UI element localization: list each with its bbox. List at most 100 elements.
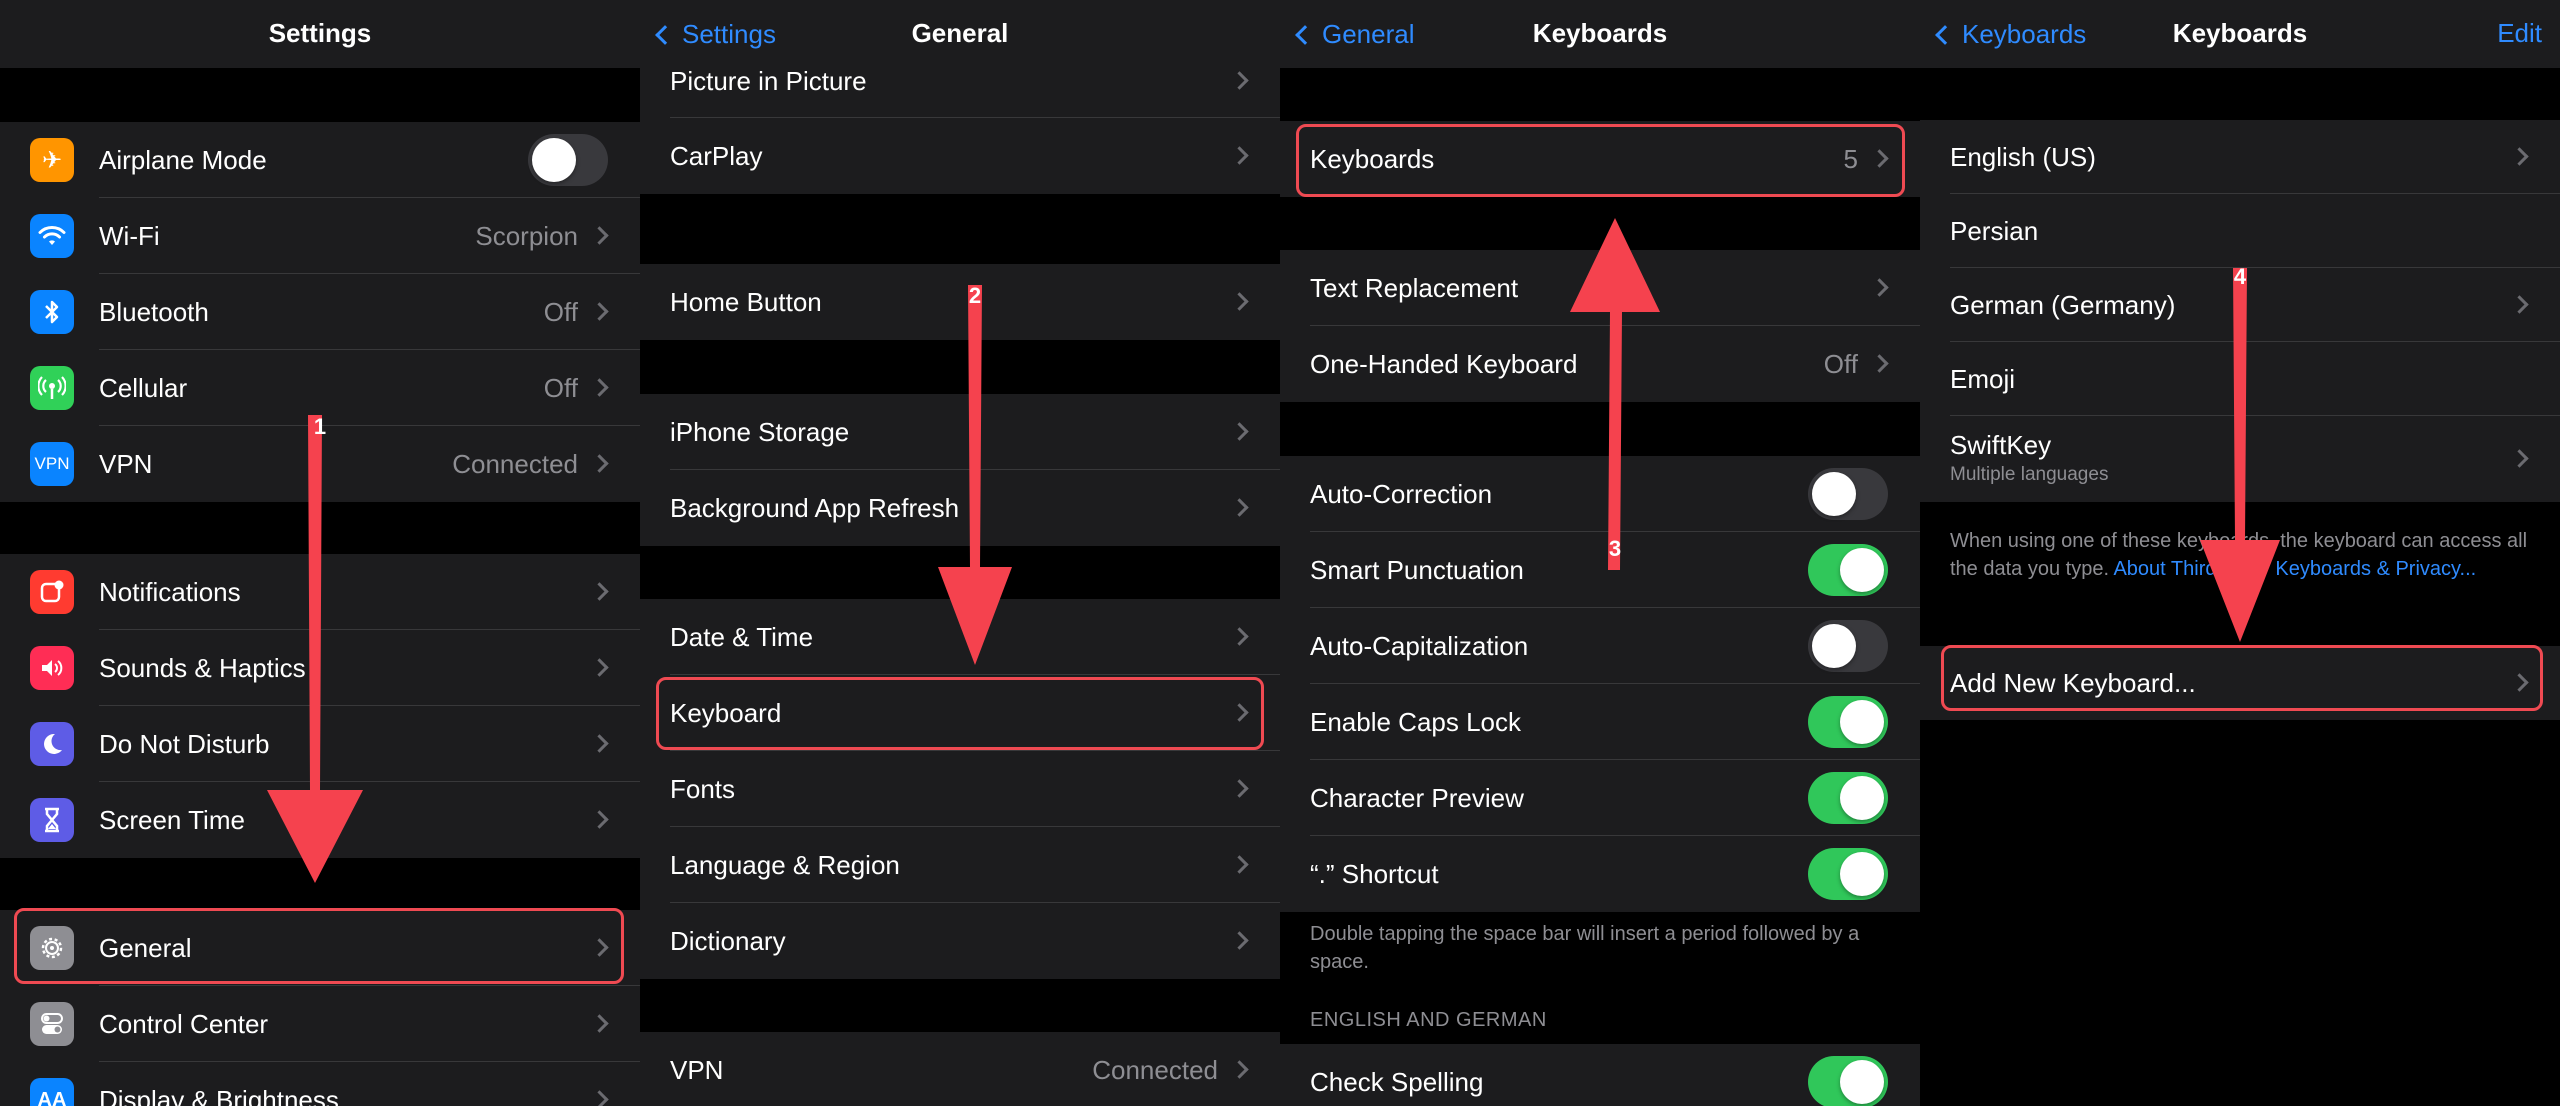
general-group-media: Picture in Picture CarPlay (640, 58, 1280, 194)
vpn-icon: VPN (30, 442, 74, 486)
row-label: Control Center (99, 1008, 269, 1039)
keyboard-list: English (US) Persian German (Germany) Em… (1920, 120, 2560, 502)
chevron-right-icon (590, 582, 609, 601)
keyboards-row-period-shortcut[interactable]: “.” Shortcut (1280, 836, 1920, 912)
notifications-icon (30, 570, 74, 614)
chevron-right-icon (1230, 779, 1249, 798)
navigation-bar: Settings (0, 0, 640, 68)
general-row-iphone-storage[interactable]: iPhone Storage (640, 394, 1280, 470)
step-badge: 1 (313, 414, 327, 439)
settings-row-bluetooth[interactable]: Bluetooth Off (0, 274, 640, 350)
row-label: Auto-Capitalization (1310, 630, 1529, 661)
step-badge: 3 (1608, 536, 1622, 561)
keyboard-row-persian[interactable]: Persian (1920, 194, 2560, 268)
settings-row-wifi[interactable]: Wi-Fi Scorpion (0, 198, 640, 274)
chevron-right-icon (1870, 278, 1889, 297)
general-row-date-time[interactable]: Date & Time (640, 599, 1280, 675)
page-title: Keyboards (2172, 18, 2308, 48)
chevron-right-icon (590, 226, 609, 245)
general-row-keyboard[interactable]: Keyboard (640, 675, 1280, 751)
row-label: Screen Time (99, 804, 245, 835)
keyboards-row-one-handed[interactable]: One-Handed Keyboard Off (1280, 326, 1920, 402)
row-label: Notifications (99, 576, 241, 607)
caps-lock-toggle[interactable] (1808, 696, 1888, 748)
keyboards-row-auto-correction[interactable]: Auto-Correction (1280, 456, 1920, 532)
display-icon: AA (30, 1078, 74, 1106)
toggle-knob (1812, 624, 1856, 668)
row-label: Smart Punctuation (1310, 554, 1524, 585)
keyboards-row-text-replacement[interactable]: Text Replacement (1280, 250, 1920, 326)
edit-button[interactable]: Edit (2497, 0, 2542, 68)
smart-punctuation-toggle[interactable] (1808, 544, 1888, 596)
keyboards-row-check-spelling[interactable]: Check Spelling (1280, 1044, 1920, 1106)
settings-row-notifications[interactable]: Notifications (0, 554, 640, 630)
step-badge: 2 (968, 283, 982, 308)
cellular-icon (30, 366, 74, 410)
chevron-right-icon (2510, 295, 2529, 314)
chevron-right-icon (1230, 422, 1249, 441)
row-value: Off (543, 296, 578, 327)
page-title: Keyboards (1532, 18, 1668, 48)
row-label: Auto-Correction (1310, 478, 1493, 509)
keyboards-row-auto-capitalization[interactable]: Auto-Capitalization (1280, 608, 1920, 684)
row-value: Scorpion (475, 220, 578, 251)
general-row-language-region[interactable]: Language & Region (640, 827, 1280, 903)
row-label: CarPlay (670, 140, 763, 171)
general-row-picture-in-picture[interactable]: Picture in Picture (640, 44, 1280, 118)
shortcut-footnote: Double tapping the space bar will insert… (1310, 923, 1860, 973)
row-label: Emoji (1950, 363, 2016, 394)
keyboards-row-character-preview[interactable]: Character Preview (1280, 760, 1920, 836)
general-row-vpn[interactable]: VPN Connected (640, 1032, 1280, 1106)
keyboards-row-caps-lock[interactable]: Enable Caps Lock (1280, 684, 1920, 760)
general-row-carplay[interactable]: CarPlay (640, 118, 1280, 194)
auto-capitalization-toggle[interactable] (1808, 620, 1888, 672)
chevron-right-icon (1870, 354, 1889, 373)
chevron-right-icon (1230, 627, 1249, 646)
navigation-bar: Keyboards Keyboards Edit (1920, 0, 2560, 68)
settings-row-airplane-mode[interactable]: ✈ Airplane Mode (0, 122, 640, 198)
settings-row-sounds[interactable]: Sounds & Haptics (0, 630, 640, 706)
bluetooth-icon (30, 290, 74, 334)
settings-row-do-not-disturb[interactable]: Do Not Disturb (0, 706, 640, 782)
settings-row-display[interactable]: AA Display & Brightness (0, 1062, 640, 1106)
step-badge: 4 (2233, 264, 2247, 289)
chevron-right-icon (1230, 855, 1249, 874)
keyboards-group-spelling: Check Spelling (1280, 1044, 1920, 1106)
keyboards-row-keyboards[interactable]: Keyboards 5 (1280, 121, 1920, 197)
row-value: Connected (452, 448, 578, 479)
row-subtitle: Multiple languages (1950, 464, 2109, 485)
chevron-right-icon (1230, 703, 1249, 722)
keyboards-group-toggles: Auto-Correction Smart Punctuation Auto-C… (1280, 456, 1920, 912)
period-shortcut-toggle[interactable] (1808, 848, 1888, 900)
chevron-right-icon (1870, 149, 1889, 168)
chevron-right-icon (1230, 498, 1249, 517)
chevron-right-icon (590, 734, 609, 753)
row-label: Language & Region (670, 849, 900, 880)
row-label: Cellular (99, 372, 188, 403)
add-new-keyboard-button[interactable]: Add New Keyboard... (1920, 646, 2560, 720)
settings-panel: Settings ✈ Airplane Mode Wi-Fi Scorpion … (0, 0, 640, 1106)
character-preview-toggle[interactable] (1808, 772, 1888, 824)
keyboard-row-swiftkey[interactable]: SwiftKey Multiple languages (1920, 416, 2560, 502)
row-label: Date & Time (670, 621, 814, 652)
settings-row-screen-time[interactable]: Screen Time (0, 782, 640, 858)
general-row-dictionary[interactable]: Dictionary (640, 903, 1280, 979)
chevron-right-icon (2510, 673, 2529, 692)
settings-row-general[interactable]: General (0, 910, 640, 986)
check-spelling-toggle[interactable] (1808, 1056, 1888, 1106)
row-label: English (US) (1950, 141, 2096, 172)
row-label: VPN (670, 1054, 724, 1085)
row-value: 5 (1843, 143, 1858, 174)
general-row-background-refresh[interactable]: Background App Refresh (640, 470, 1280, 546)
settings-row-control-center[interactable]: Control Center (0, 986, 640, 1062)
auto-correction-toggle[interactable] (1808, 468, 1888, 520)
privacy-link[interactable]: About Third-Party Keyboards & Privacy... (2113, 558, 2476, 580)
toggle-knob (1840, 1060, 1884, 1104)
keyboard-row-english[interactable]: English (US) (1920, 120, 2560, 194)
navigation-bar: General Keyboards (1280, 0, 1920, 68)
row-label: Airplane Mode (99, 144, 267, 175)
chevron-right-icon (590, 938, 609, 957)
airplane-mode-toggle[interactable] (528, 134, 608, 186)
general-row-fonts[interactable]: Fonts (640, 751, 1280, 827)
keyboard-row-emoji[interactable]: Emoji (1920, 342, 2560, 416)
